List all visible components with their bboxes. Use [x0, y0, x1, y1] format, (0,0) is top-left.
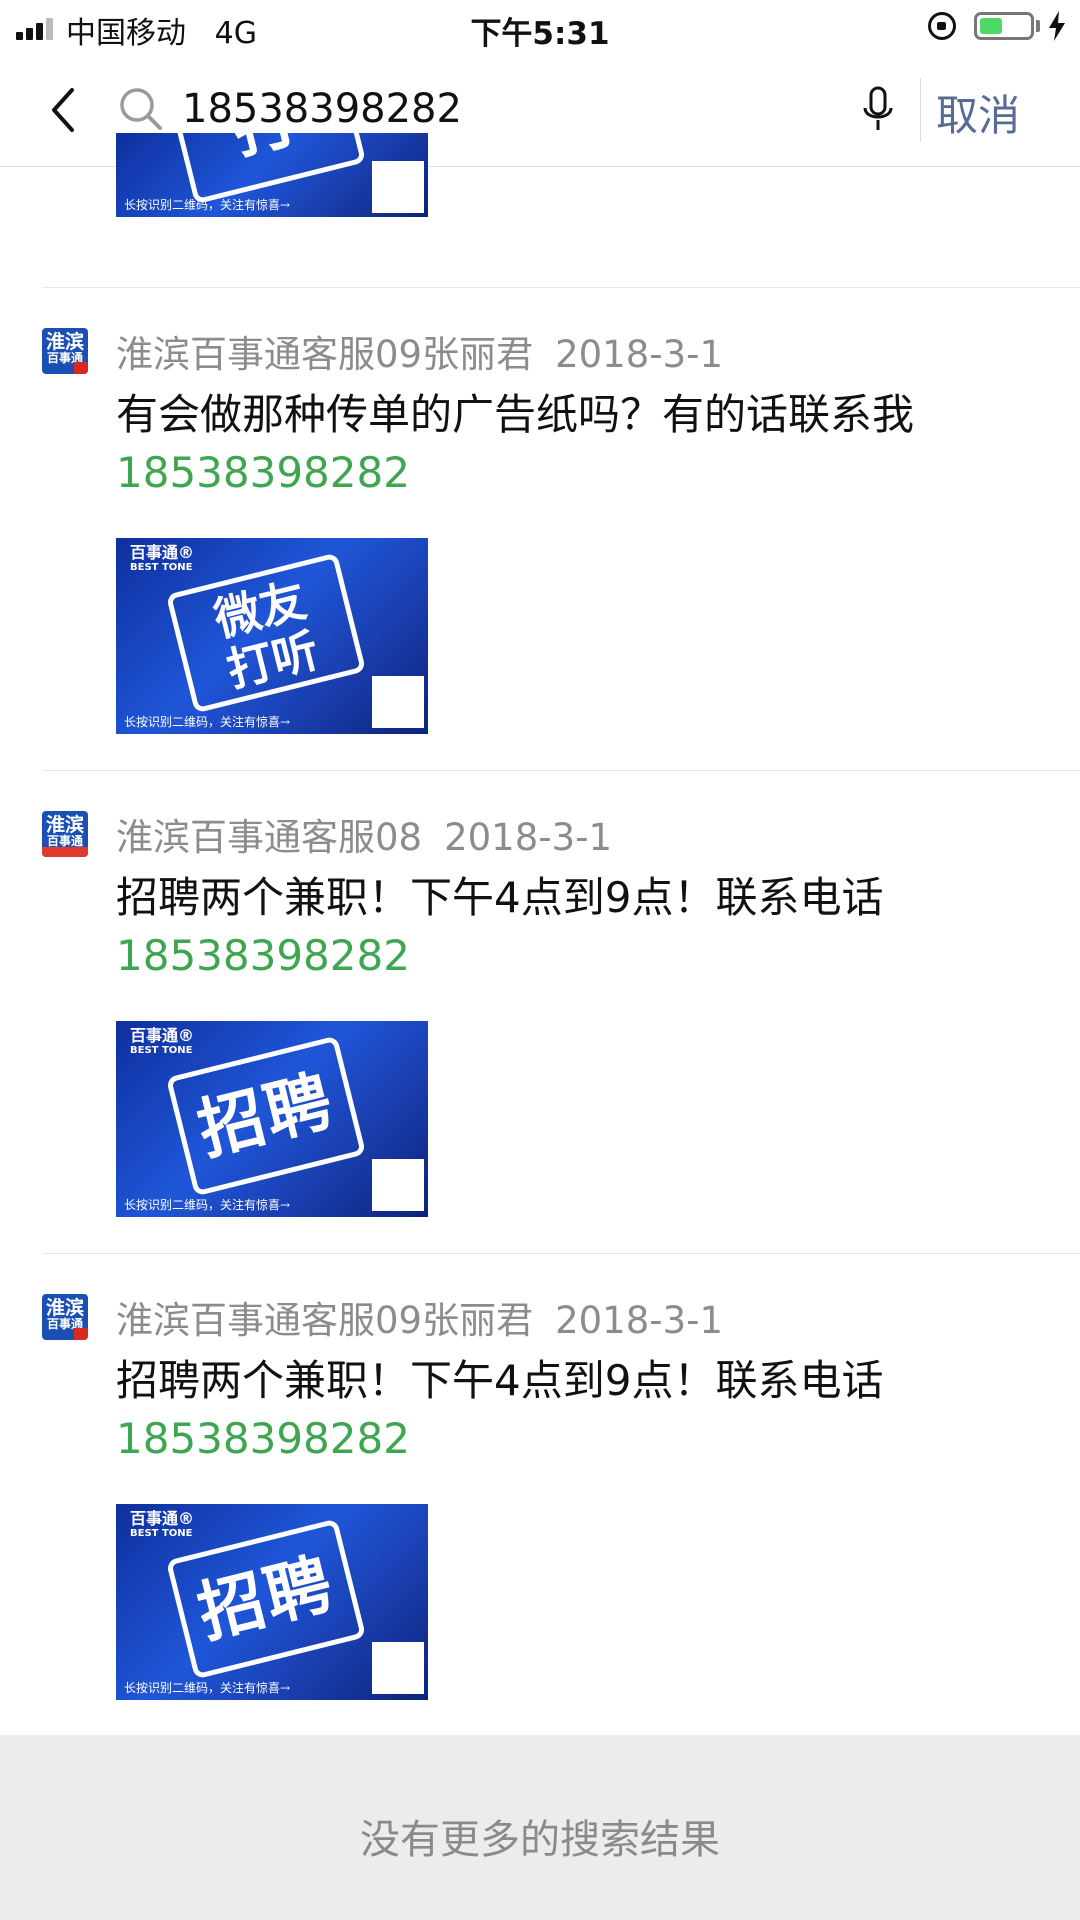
sender-name: 淮滨百事通客服09张丽君	[116, 333, 534, 376]
cancel-button[interactable]: 取消	[936, 82, 1020, 143]
sender-name: 淮滨百事通客服09张丽君	[116, 1299, 534, 1342]
phone-link[interactable]: 18538398282	[116, 1414, 410, 1463]
divider	[42, 287, 1080, 288]
status-bar: 中国移动 4G 下午5:31	[0, 0, 1080, 54]
image-stamp: 招聘	[165, 1035, 367, 1197]
avatar: 淮滨 百事通	[42, 328, 88, 374]
divider	[42, 1253, 1080, 1254]
rotation-lock-icon	[928, 12, 956, 40]
message-date: 2018-3-1	[444, 816, 613, 859]
image-caption: 长按识别二维码，关注有惊喜→	[124, 198, 291, 212]
qr-code	[372, 1159, 424, 1211]
message-text: 有会做那种传单的广告纸吗？有的话联系我18538398282	[116, 390, 915, 497]
message-text: 招聘两个兼职！下午4点到9点！联系电话 18538398282	[116, 873, 884, 980]
image-stamp: 微友 打听	[165, 552, 367, 714]
back-icon[interactable]	[44, 84, 84, 136]
phone-link[interactable]: 18538398282	[116, 448, 410, 497]
result-image-partial[interactable]: 打 长按识别二维码，关注有惊喜→	[116, 133, 428, 217]
qr-code	[372, 161, 424, 213]
image-stamp: 招聘	[165, 1518, 367, 1680]
result-image[interactable]: 百事通® BEST TONE 招聘 长按识别二维码，关注有惊喜→	[116, 1021, 428, 1217]
message-date: 2018-3-1	[555, 333, 724, 376]
charging-icon	[1049, 11, 1065, 41]
qr-code	[372, 676, 424, 728]
avatar: 淮滨 百事通	[42, 811, 88, 857]
microphone-icon[interactable]	[858, 84, 898, 136]
image-caption: 长按识别二维码，关注有惊喜→	[124, 1681, 291, 1695]
result-image[interactable]: 百事通® BEST TONE 招聘 长按识别二维码，关注有惊喜→	[116, 1504, 428, 1700]
avatar: 淮滨 百事通	[42, 1294, 88, 1340]
search-input[interactable]	[182, 80, 822, 138]
phone-link[interactable]: 18538398282	[116, 931, 410, 980]
battery-level	[980, 18, 1002, 34]
status-time: 下午5:31	[470, 16, 610, 52]
image-caption: 长按识别二维码，关注有惊喜→	[124, 1198, 291, 1212]
message-text: 招聘两个兼职！下午4点到9点！联系电话 18538398282	[116, 1356, 884, 1463]
image-caption: 长按识别二维码，关注有惊喜→	[124, 715, 291, 729]
no-more-results-footer: 没有更多的搜索结果	[0, 1735, 1080, 1920]
sender-name: 淮滨百事通客服08	[116, 816, 423, 859]
no-more-results-text: 没有更多的搜索结果	[360, 1817, 720, 1863]
result-image[interactable]: 百事通® BEST TONE 微友 打听 长按识别二维码，关注有惊喜→	[116, 538, 428, 734]
battery-tip	[1036, 20, 1040, 32]
qr-code	[372, 1642, 424, 1694]
divider	[42, 770, 1080, 771]
battery-icon	[974, 12, 1034, 40]
header-divider	[920, 78, 921, 142]
message-date: 2018-3-1	[555, 1299, 724, 1342]
search-icon	[120, 88, 162, 130]
